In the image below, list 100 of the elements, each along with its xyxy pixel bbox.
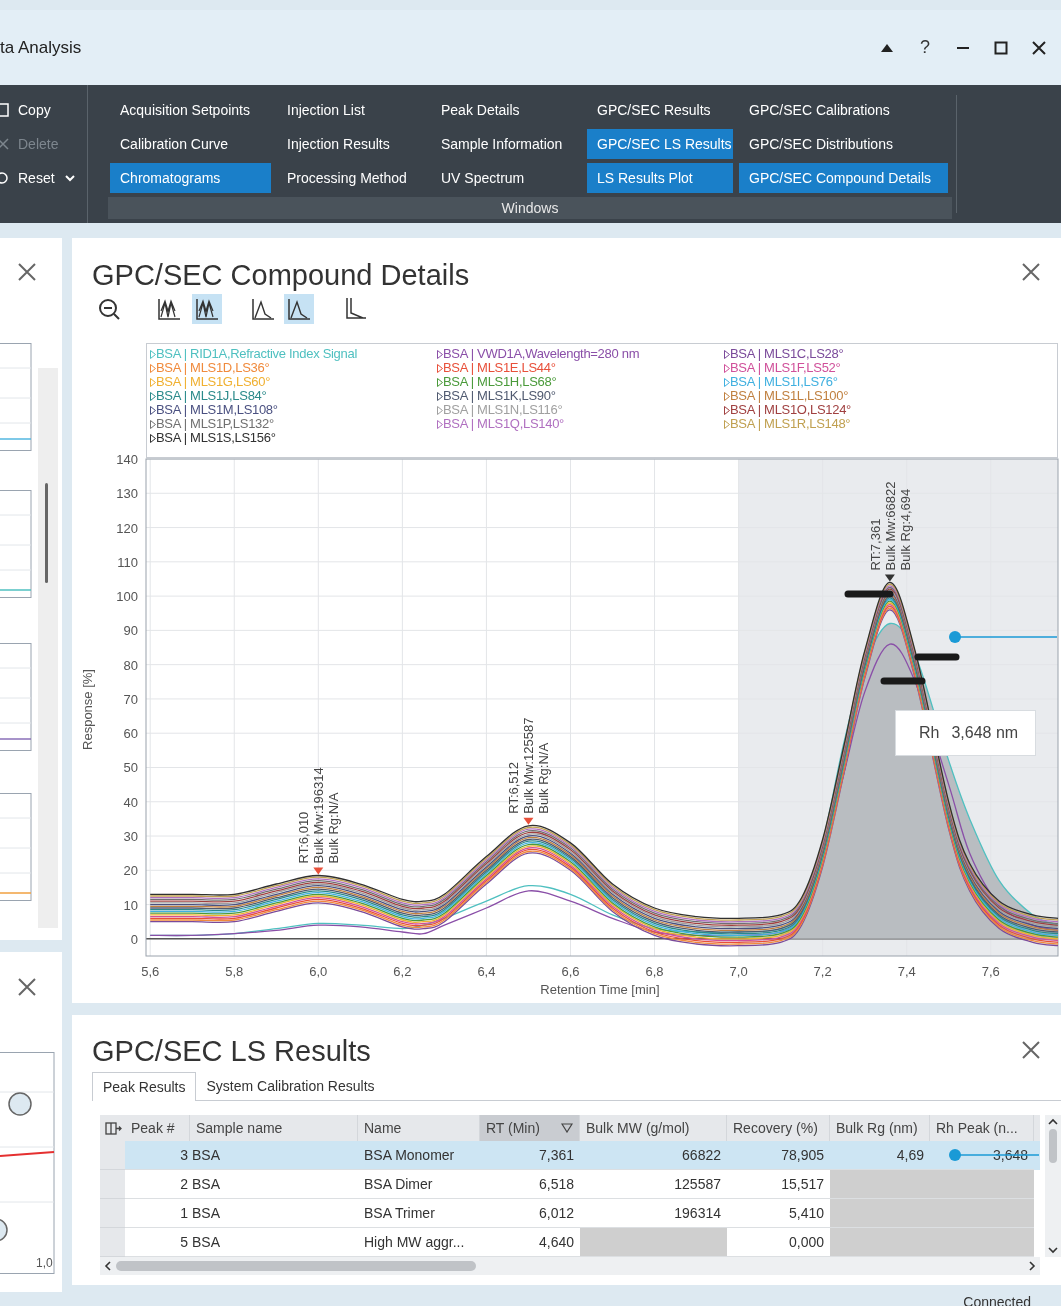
tick-label: 6,0: [309, 964, 328, 979]
window-menu-item[interactable]: Calibration Curve: [110, 129, 271, 159]
triangle-up-icon: [880, 42, 894, 53]
legend-label: BSA | MLS1S,LS156°: [156, 431, 276, 445]
scrollbar-thumb[interactable]: [116, 1261, 476, 1271]
peak-icon: [251, 297, 275, 321]
window-title: ta Analysis: [0, 36, 82, 59]
table-row[interactable]: 1 BSA BSA Trimer 6,012 196314 5,410: [100, 1199, 1040, 1228]
tick-label: 40: [123, 794, 138, 810]
toolbar-button[interactable]: [192, 294, 222, 324]
window-menu-item[interactable]: GPC/SEC Results: [587, 95, 733, 125]
window-menu-item[interactable]: GPC/SEC Calibrations: [739, 95, 948, 125]
tab[interactable]: System Calibration Results: [196, 1072, 385, 1100]
panel-title: GPC/SEC Compound Details: [92, 258, 470, 293]
legend-label: BSA | MLS1N,LS116°: [443, 403, 563, 417]
close-icon: [1021, 262, 1041, 282]
close-icon: [17, 977, 37, 997]
legend-label: BSA | MLS1K,LS90°: [443, 389, 556, 403]
window-menu-item[interactable]: GPC/SEC Compound Details: [739, 163, 948, 193]
tooltip-value: 3,648 nm: [951, 723, 1019, 743]
tick-label: 100: [116, 589, 138, 605]
tick-label: 70: [123, 691, 138, 707]
legend-label: BSA | MLS1P,LS132°: [156, 417, 274, 431]
peak-icon: [287, 297, 311, 321]
legend-label: BSA | MLS1L,LS100°: [730, 389, 849, 403]
window-menu-item[interactable]: GPC/SEC LS Results: [587, 129, 733, 159]
tick-label: 5,6: [141, 964, 160, 979]
peak-annotation: Bulk Mw:125587: [521, 717, 537, 814]
zoom-out-icon: [97, 297, 121, 321]
window-menu-item[interactable]: Processing Method: [277, 163, 425, 193]
toolbar-button[interactable]: [284, 294, 314, 324]
legend-label: BSA | MLS1M,LS108°: [156, 403, 278, 417]
tick-label: 140: [116, 452, 138, 467]
peak-annotation: RT:7,361: [867, 518, 883, 571]
tick-label: 80: [123, 657, 138, 673]
tooltip-label: Rh: [919, 723, 940, 743]
tick-label: 0: [130, 931, 138, 947]
window-menu-item[interactable]: LS Results Plot: [587, 163, 733, 193]
window-menu-item[interactable]: GPC/SEC Distributions: [739, 129, 948, 159]
legend-label: BSA | RID1A,Refractive Index Signal: [156, 347, 357, 361]
tick-label: 6,2: [393, 964, 412, 979]
peak-marker-icon: [313, 867, 324, 875]
copy-button[interactable]: Copy: [0, 95, 87, 125]
axis-title: Retention Time [min]: [540, 982, 660, 997]
tick-label: 60: [123, 726, 138, 742]
tick-label: 90: [123, 623, 138, 639]
tick-label: 110: [117, 554, 138, 570]
window-menu-item[interactable]: Chromatograms: [110, 163, 271, 193]
table-row[interactable]: 5 BSA High MW aggr... 4,640 0,000: [100, 1228, 1040, 1257]
peak-annotation: Bulk Rg:N/A: [326, 792, 342, 864]
window-menu-item[interactable]: Injection List: [277, 95, 425, 125]
tick-label: 6,4: [477, 964, 496, 979]
tick-label: 130: [116, 486, 138, 502]
window-menu-item[interactable]: UV Spectrum: [431, 163, 581, 193]
legend-label: BSA | MLS1O,LS124°: [730, 403, 851, 417]
legend-label: BSA | MLS1J,LS84°: [156, 389, 267, 403]
peak-annotation: Bulk Mw:66822: [882, 481, 898, 571]
reset-icon: [0, 171, 10, 185]
tick-label: 1,0: [36, 1255, 53, 1272]
peak-annotation: Bulk Rg:N/A: [536, 742, 552, 814]
sort-icon: [561, 1123, 573, 1133]
axes-icon: [343, 297, 367, 321]
tab[interactable]: Peak Results: [92, 1072, 197, 1101]
legend-label: BSA | MLS1D,LS36°: [156, 361, 270, 375]
window-menu-item[interactable]: Injection Results: [277, 129, 425, 159]
legend-label: BSA | MLS1F,LS52°: [730, 361, 841, 375]
help-button[interactable]: ?: [913, 35, 937, 60]
legend-label: BSA | MLS1E,LS44°: [443, 361, 556, 375]
tick-label: 7,0: [729, 964, 748, 979]
caret-icon: [64, 174, 75, 182]
scrollbar-thumb[interactable]: [1049, 1129, 1057, 1163]
legend-label: BSA | MLS1H,LS68°: [443, 375, 557, 389]
reset-button[interactable]: Reset: [0, 163, 87, 193]
window-menu-item[interactable]: Acquisition Setpoints: [110, 95, 271, 125]
legend-label: BSA | MLS1Q,LS140°: [443, 417, 564, 431]
delete-icon: [0, 137, 10, 151]
tick-label: 6,8: [645, 964, 664, 979]
tick-label: 5,8: [225, 964, 244, 979]
column-header[interactable]: RT (Min): [480, 1115, 580, 1141]
group-label: Windows: [108, 197, 952, 219]
window-menu-item[interactable]: Peak Details: [431, 95, 581, 125]
legend-label: BSA | MLS1G,LS60°: [156, 375, 271, 389]
tick-label: 20: [123, 863, 138, 879]
table-row[interactable]: 2 BSA BSA Dimer 6,518 125587 15,517: [100, 1170, 1040, 1199]
panel-title: GPC/SEC LS Results: [92, 1034, 371, 1069]
peak-annotation: Bulk Rg:4,694: [897, 488, 913, 571]
peak-annotation: RT:6,512: [506, 761, 522, 814]
close-icon: [17, 262, 37, 282]
tick-label: 7,2: [813, 964, 832, 979]
close-icon: [1021, 1040, 1041, 1060]
tick-label: 6,6: [561, 964, 580, 979]
legend-label: BSA | MLS1I,LS76°: [730, 375, 838, 389]
minimize-icon: [957, 46, 969, 49]
peak-marker-icon: [523, 817, 534, 825]
legend-label: BSA | VWD1A,Wavelength=280 nm: [443, 347, 640, 361]
tick-label: 10: [123, 897, 138, 913]
scrollbar-thumb[interactable]: [45, 483, 48, 583]
legend-label: BSA | MLS1C,LS28°: [730, 347, 844, 361]
tick-label: 7,4: [897, 964, 916, 979]
window-menu-item[interactable]: Sample Information: [431, 129, 581, 159]
